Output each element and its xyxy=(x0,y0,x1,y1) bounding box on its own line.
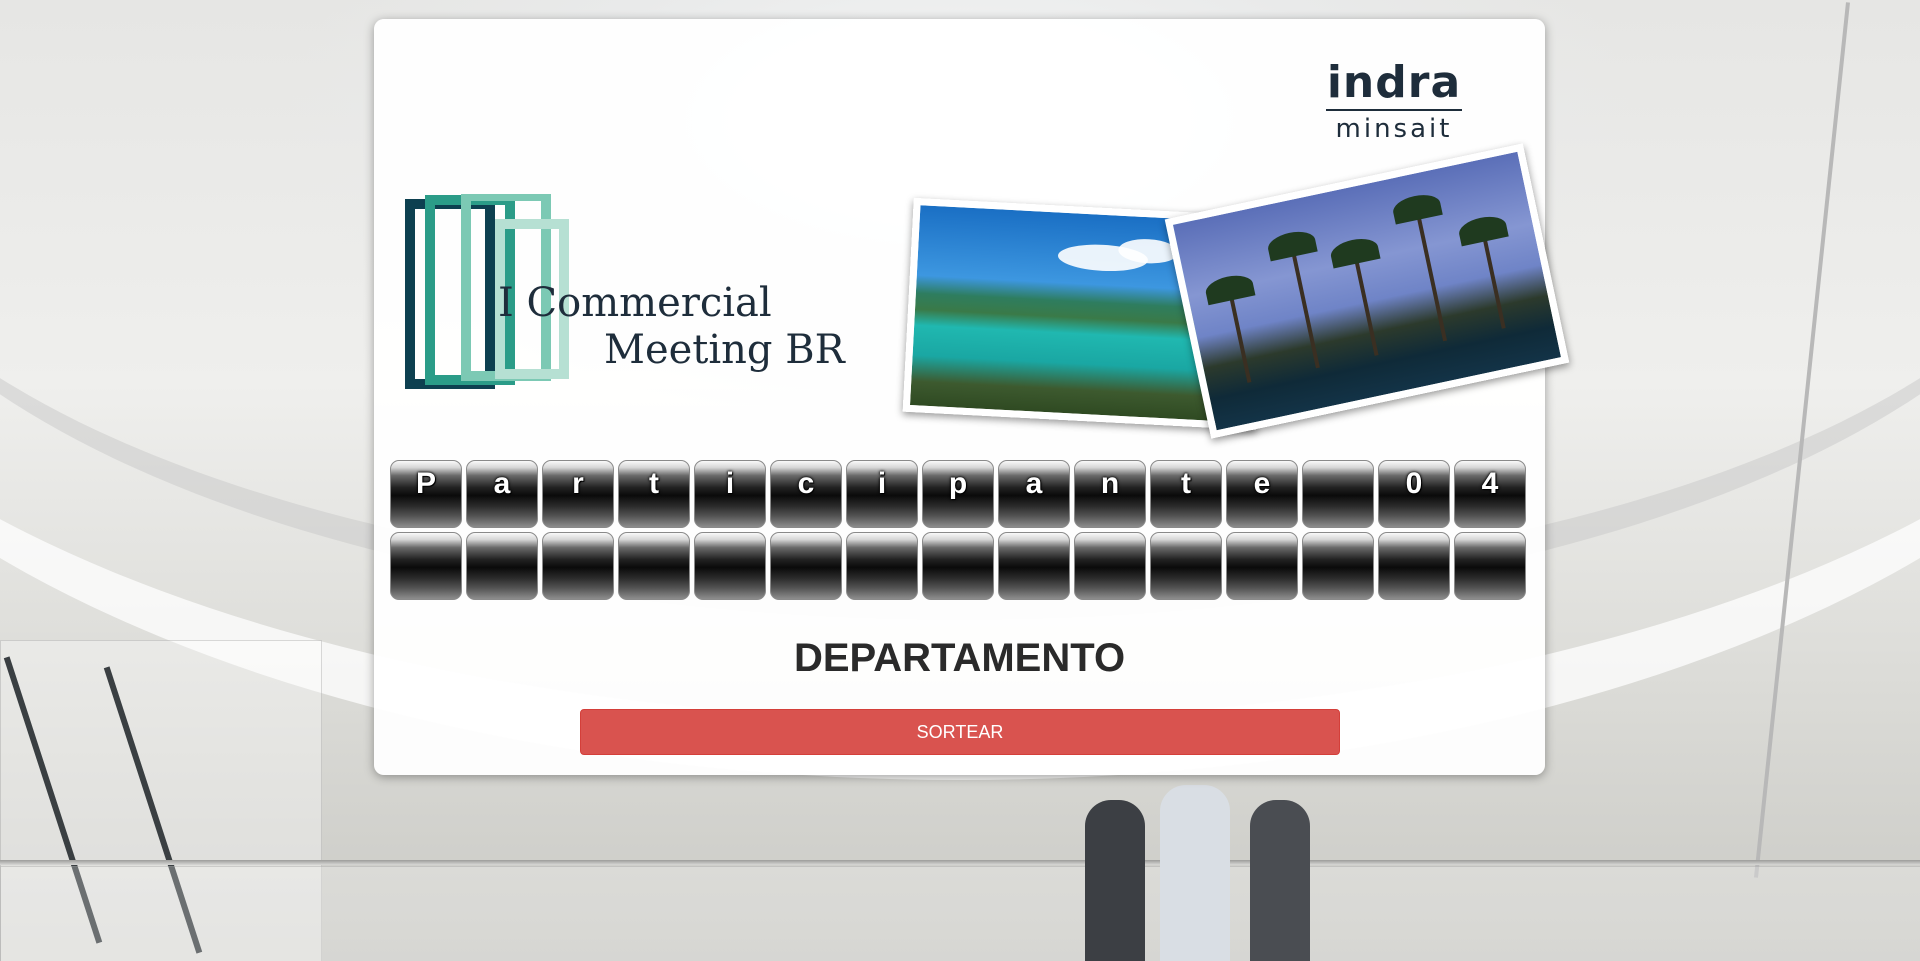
tile-letter: a xyxy=(493,467,511,500)
letter-tile xyxy=(618,532,690,600)
tile-letter: e xyxy=(1253,467,1271,500)
tile-letter: t xyxy=(1181,467,1191,500)
palm-tree xyxy=(1291,250,1320,369)
tile-letter: P xyxy=(415,467,436,500)
department-label: DEPARTAMENTO xyxy=(793,636,1126,680)
event-logo: I Commercial Meeting BR xyxy=(404,194,845,414)
palm-tree xyxy=(1353,257,1379,356)
letter-tile xyxy=(694,532,766,600)
letter-tile: 4 xyxy=(1454,460,1526,528)
letter-tile: a xyxy=(466,460,538,528)
letter-tile xyxy=(1150,532,1222,600)
indra-logo-text: indra xyxy=(1326,57,1462,108)
letter-tile: n xyxy=(1074,460,1146,528)
tile-letter: c xyxy=(797,467,815,500)
letter-tile xyxy=(1074,532,1146,600)
person-figure xyxy=(1160,785,1230,961)
letter-tile: P xyxy=(390,460,462,528)
letter-tile xyxy=(1302,460,1374,528)
letter-tile xyxy=(922,532,994,600)
palm-trees-photo xyxy=(1164,143,1570,439)
balcony-rail xyxy=(0,860,1920,865)
balcony-glass xyxy=(0,866,1920,961)
tile-letter: n xyxy=(1100,467,1120,500)
tile-letter: r xyxy=(572,467,584,500)
tile-letter: p xyxy=(948,467,968,500)
letter-tile xyxy=(998,532,1070,600)
raffle-card: indra minsait I Commercial Meeting BR P … xyxy=(374,19,1570,775)
letter-tile xyxy=(390,532,462,600)
tile-letter: t xyxy=(649,467,659,500)
letter-tile xyxy=(846,532,918,600)
letter-tile: c xyxy=(770,460,842,528)
name-board-row2 xyxy=(390,532,1526,600)
indra-minsait-logo: indra minsait xyxy=(1319,59,1469,143)
name-board-row1: P a r t i c i p a n t e 0 4 xyxy=(390,460,1526,528)
letter-tile xyxy=(542,532,614,600)
palm-tree xyxy=(1228,293,1252,383)
person-figure xyxy=(1085,800,1145,961)
letter-tile: e xyxy=(1226,460,1298,528)
tile-letter: 0 xyxy=(1405,467,1423,500)
letter-tile: t xyxy=(618,460,690,528)
person-figure xyxy=(1250,800,1310,961)
tile-letter: i xyxy=(725,467,735,500)
tile-letter: i xyxy=(877,467,887,500)
photo-collage xyxy=(884,143,1570,439)
letter-tile: i xyxy=(694,460,766,528)
letter-tile xyxy=(1226,532,1298,600)
letter-tile xyxy=(1378,532,1450,600)
event-title-line2: Meeting BR xyxy=(604,327,845,373)
letter-tile: a xyxy=(998,460,1070,528)
letter-tile: i xyxy=(846,460,918,528)
letter-tile: r xyxy=(542,460,614,528)
letter-tile xyxy=(466,532,538,600)
event-title-line1: I Commercial xyxy=(498,280,772,326)
tile-letter: a xyxy=(1025,467,1043,500)
letter-tile: 0 xyxy=(1378,460,1450,528)
letter-tile xyxy=(1302,532,1374,600)
palm-tree xyxy=(1416,213,1448,342)
letter-tile xyxy=(1454,532,1526,600)
draw-button[interactable]: SORTEAR xyxy=(580,709,1340,755)
tile-letter: 4 xyxy=(1481,467,1499,500)
letter-tile: t xyxy=(1150,460,1222,528)
logo-divider xyxy=(1326,109,1462,111)
minsait-logo-text: minsait xyxy=(1335,114,1453,144)
palm-tree xyxy=(1482,235,1506,329)
letter-tile xyxy=(770,532,842,600)
letter-tile: p xyxy=(922,460,994,528)
